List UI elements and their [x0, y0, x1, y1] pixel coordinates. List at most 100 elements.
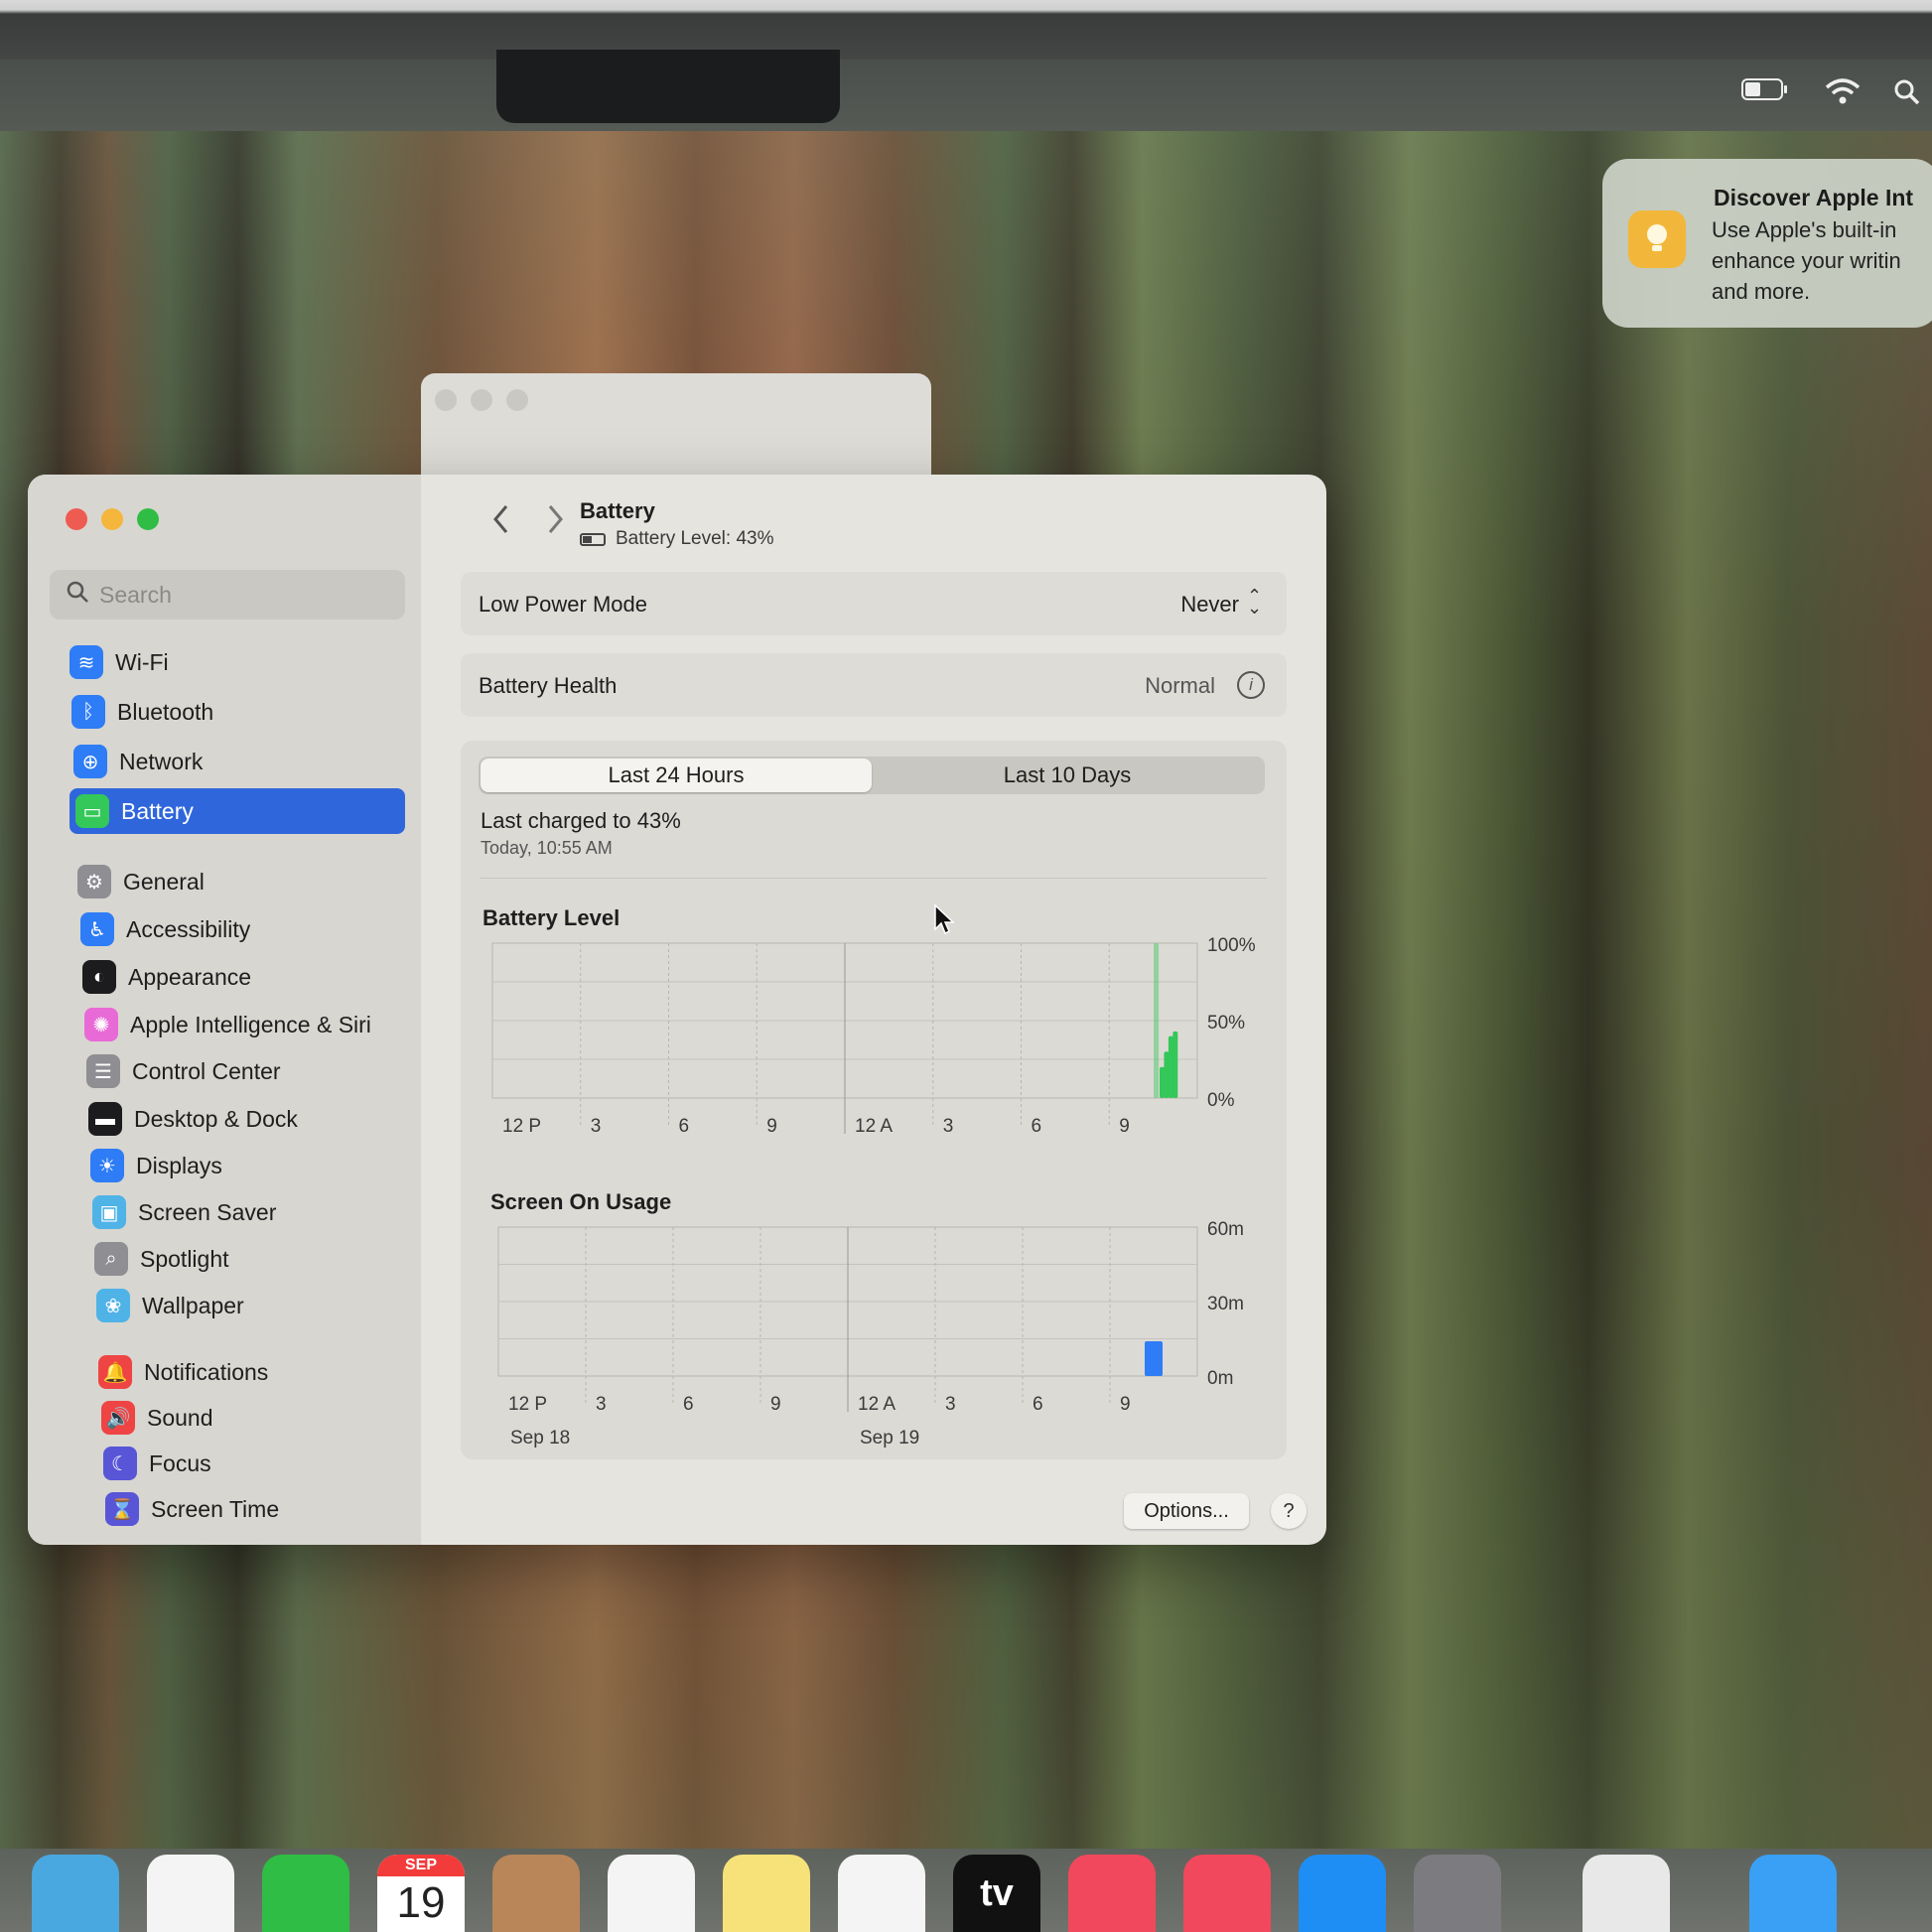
low-power-mode-label: Low Power Mode: [479, 592, 647, 617]
battery-icon[interactable]: [1741, 77, 1789, 108]
x-tick-label: 9: [1119, 1116, 1130, 1137]
wifi-icon[interactable]: [1825, 77, 1861, 112]
sidebar-item-bluetooth[interactable]: ᛒ Bluetooth: [66, 689, 405, 735]
sidebar-item-desktop-dock[interactable]: ▬ Desktop & Dock: [82, 1096, 405, 1142]
photos-icon[interactable]: [147, 1855, 234, 1932]
search-icon: [66, 580, 91, 613]
accessibility-icon: ♿: [80, 912, 114, 946]
options-button[interactable]: Options...: [1124, 1493, 1249, 1529]
preview-icon[interactable]: [1583, 1855, 1670, 1932]
notification-body: Use Apple's built-in enhance your writin…: [1712, 217, 1901, 304]
sidebar-item-network[interactable]: ⊕ Network: [68, 739, 405, 784]
time-range-segmented-control[interactable]: Last 24 Hours Last 10 Days: [479, 757, 1265, 794]
battery-level-chart-title: Battery Level: [483, 905, 621, 930]
sidebar-item-label: Accessibility: [126, 915, 251, 942]
sidebar-item-focus[interactable]: ☾ Focus: [97, 1441, 405, 1486]
bell-icon: 🔔: [98, 1355, 132, 1389]
maps-icon[interactable]: [32, 1855, 119, 1932]
x-tick-label: 6: [679, 1116, 690, 1137]
news-icon[interactable]: [1183, 1855, 1271, 1932]
system-settings-window: ≋ Wi-Fi ᛒ Bluetooth ⊕ Network ▭ Battery ⚙ General…: [28, 475, 1326, 1545]
sidebar-item-label: Spotlight: [140, 1245, 229, 1272]
sidebar-item-wallpaper[interactable]: ❀ Wallpaper: [90, 1283, 405, 1328]
wifi-icon: ≋: [69, 645, 103, 679]
search-input[interactable]: [99, 578, 387, 612]
low-power-mode-select[interactable]: Never: [1180, 592, 1239, 618]
sidebar-item-displays[interactable]: ☀ Displays: [84, 1143, 405, 1188]
y-tick-label: 50%: [1207, 1013, 1245, 1034]
sidebar-item-label: Control Center: [132, 1057, 281, 1084]
globe-icon: ⊕: [73, 745, 107, 778]
close-button[interactable]: [66, 508, 87, 530]
reminders-icon[interactable]: [608, 1855, 695, 1932]
x-tick-label: 9: [770, 1394, 781, 1415]
sidebar-item-sound[interactable]: 🔊 Sound: [95, 1395, 405, 1441]
sidebar-item-accessibility[interactable]: ♿ Accessibility: [74, 906, 405, 952]
downloads-folder-icon[interactable]: [1749, 1855, 1837, 1932]
facetime-icon[interactable]: [262, 1855, 349, 1932]
control-center-icon: ☰: [86, 1054, 120, 1088]
tv-icon[interactable]: tv: [953, 1855, 1040, 1932]
sidebar-item-screen-saver[interactable]: ▣ Screen Saver: [86, 1189, 405, 1235]
sidebar-item-label: Screen Time: [151, 1495, 280, 1522]
low-power-mode-row: Low Power Mode Never ⌃ ⌄: [461, 572, 1287, 635]
tab-last-24-hours[interactable]: Last 24 Hours: [481, 759, 872, 792]
chevron-updown-icon[interactable]: ⌃ ⌄: [1247, 587, 1262, 617]
forward-chevron-icon[interactable]: [544, 502, 566, 545]
sidebar-item-wi-fi[interactable]: ≋ Wi-Fi: [64, 639, 405, 685]
battery-level-subtitle: Battery Level: 43%: [580, 528, 773, 550]
info-icon[interactable]: i: [1237, 671, 1265, 699]
calendar-icon[interactable]: SEP 19: [377, 1855, 465, 1932]
sidebar-item-appearance[interactable]: ◐ Appearance: [76, 954, 405, 1000]
x-tick-label: 3: [596, 1394, 607, 1415]
zoom-button[interactable]: [137, 508, 159, 530]
ghost-close-button[interactable]: [435, 389, 457, 411]
sidebar-item-label: Wi-Fi: [115, 648, 169, 675]
tv-label: tv: [980, 1871, 1014, 1914]
chart-bar: [1154, 943, 1160, 1098]
sidebar-item-screen-time[interactable]: ⌛ Screen Time: [99, 1486, 405, 1532]
back-chevron-icon[interactable]: [490, 502, 512, 545]
sidebar-item-label: Battery: [121, 797, 194, 824]
sidebar-item-control-center[interactable]: ☰ Control Center: [80, 1048, 405, 1094]
chart-bar: [1173, 1031, 1178, 1098]
notes-icon[interactable]: [723, 1855, 810, 1932]
music-icon[interactable]: [1068, 1855, 1156, 1932]
calendar-day: 19: [396, 1878, 446, 1927]
hourglass-icon: ⌛: [105, 1492, 139, 1526]
search-icon[interactable]: [1892, 77, 1922, 114]
sidebar-item-apple-intelligence-siri[interactable]: ✺ Apple Intelligence & Siri: [78, 1002, 405, 1047]
sidebar-item-label: Wallpaper: [142, 1292, 244, 1318]
sidebar-item-label: Desktop & Dock: [134, 1105, 298, 1132]
divider: [481, 878, 1267, 879]
app-store-icon[interactable]: [1299, 1855, 1386, 1932]
y-tick-label: 30m: [1207, 1294, 1244, 1314]
minimize-button[interactable]: [101, 508, 123, 530]
x-tick-label: 3: [945, 1394, 956, 1415]
sidebar-item-general[interactable]: ⚙ General: [71, 859, 405, 904]
sidebar-item-battery[interactable]: ▭ Battery: [69, 788, 405, 834]
calendar-month: SEP: [377, 1855, 465, 1876]
tab-last-10-days[interactable]: Last 10 Days: [872, 759, 1263, 792]
x-tick-label: 6: [1033, 1394, 1043, 1415]
search-field[interactable]: [50, 570, 405, 620]
x-tick-label: 9: [766, 1116, 777, 1137]
sidebar-item-spotlight[interactable]: ⌕ Spotlight: [88, 1236, 405, 1282]
battery-level-chart: 12 P 3 6 9 12 A 3 6 9 100% 50% 0%: [491, 935, 1256, 1137]
battery-health-value: Normal: [1145, 673, 1215, 698]
sidebar-item-notifications[interactable]: 🔔 Notifications: [92, 1349, 405, 1395]
usage-history-card: Last 24 Hours Last 10 Days Last charged …: [461, 741, 1287, 1459]
x-date-label: Sep 18: [510, 1428, 570, 1449]
ghost-zoom-button[interactable]: [506, 389, 528, 411]
freeform-icon[interactable]: [838, 1855, 925, 1932]
siri-icon: ✺: [84, 1008, 118, 1041]
notification-banner[interactable]: Discover Apple Int Use Apple's built-in …: [1602, 159, 1932, 328]
background-window[interactable]: [421, 373, 931, 483]
battery-health-label: Battery Health: [479, 673, 618, 698]
help-button[interactable]: ?: [1271, 1493, 1307, 1529]
notification-title: Discover Apple Int: [1714, 185, 1914, 210]
ghost-minimize-button[interactable]: [471, 389, 492, 411]
system-settings-icon[interactable]: [1414, 1855, 1501, 1932]
x-tick-label: 6: [683, 1394, 694, 1415]
contacts-icon[interactable]: [492, 1855, 580, 1932]
